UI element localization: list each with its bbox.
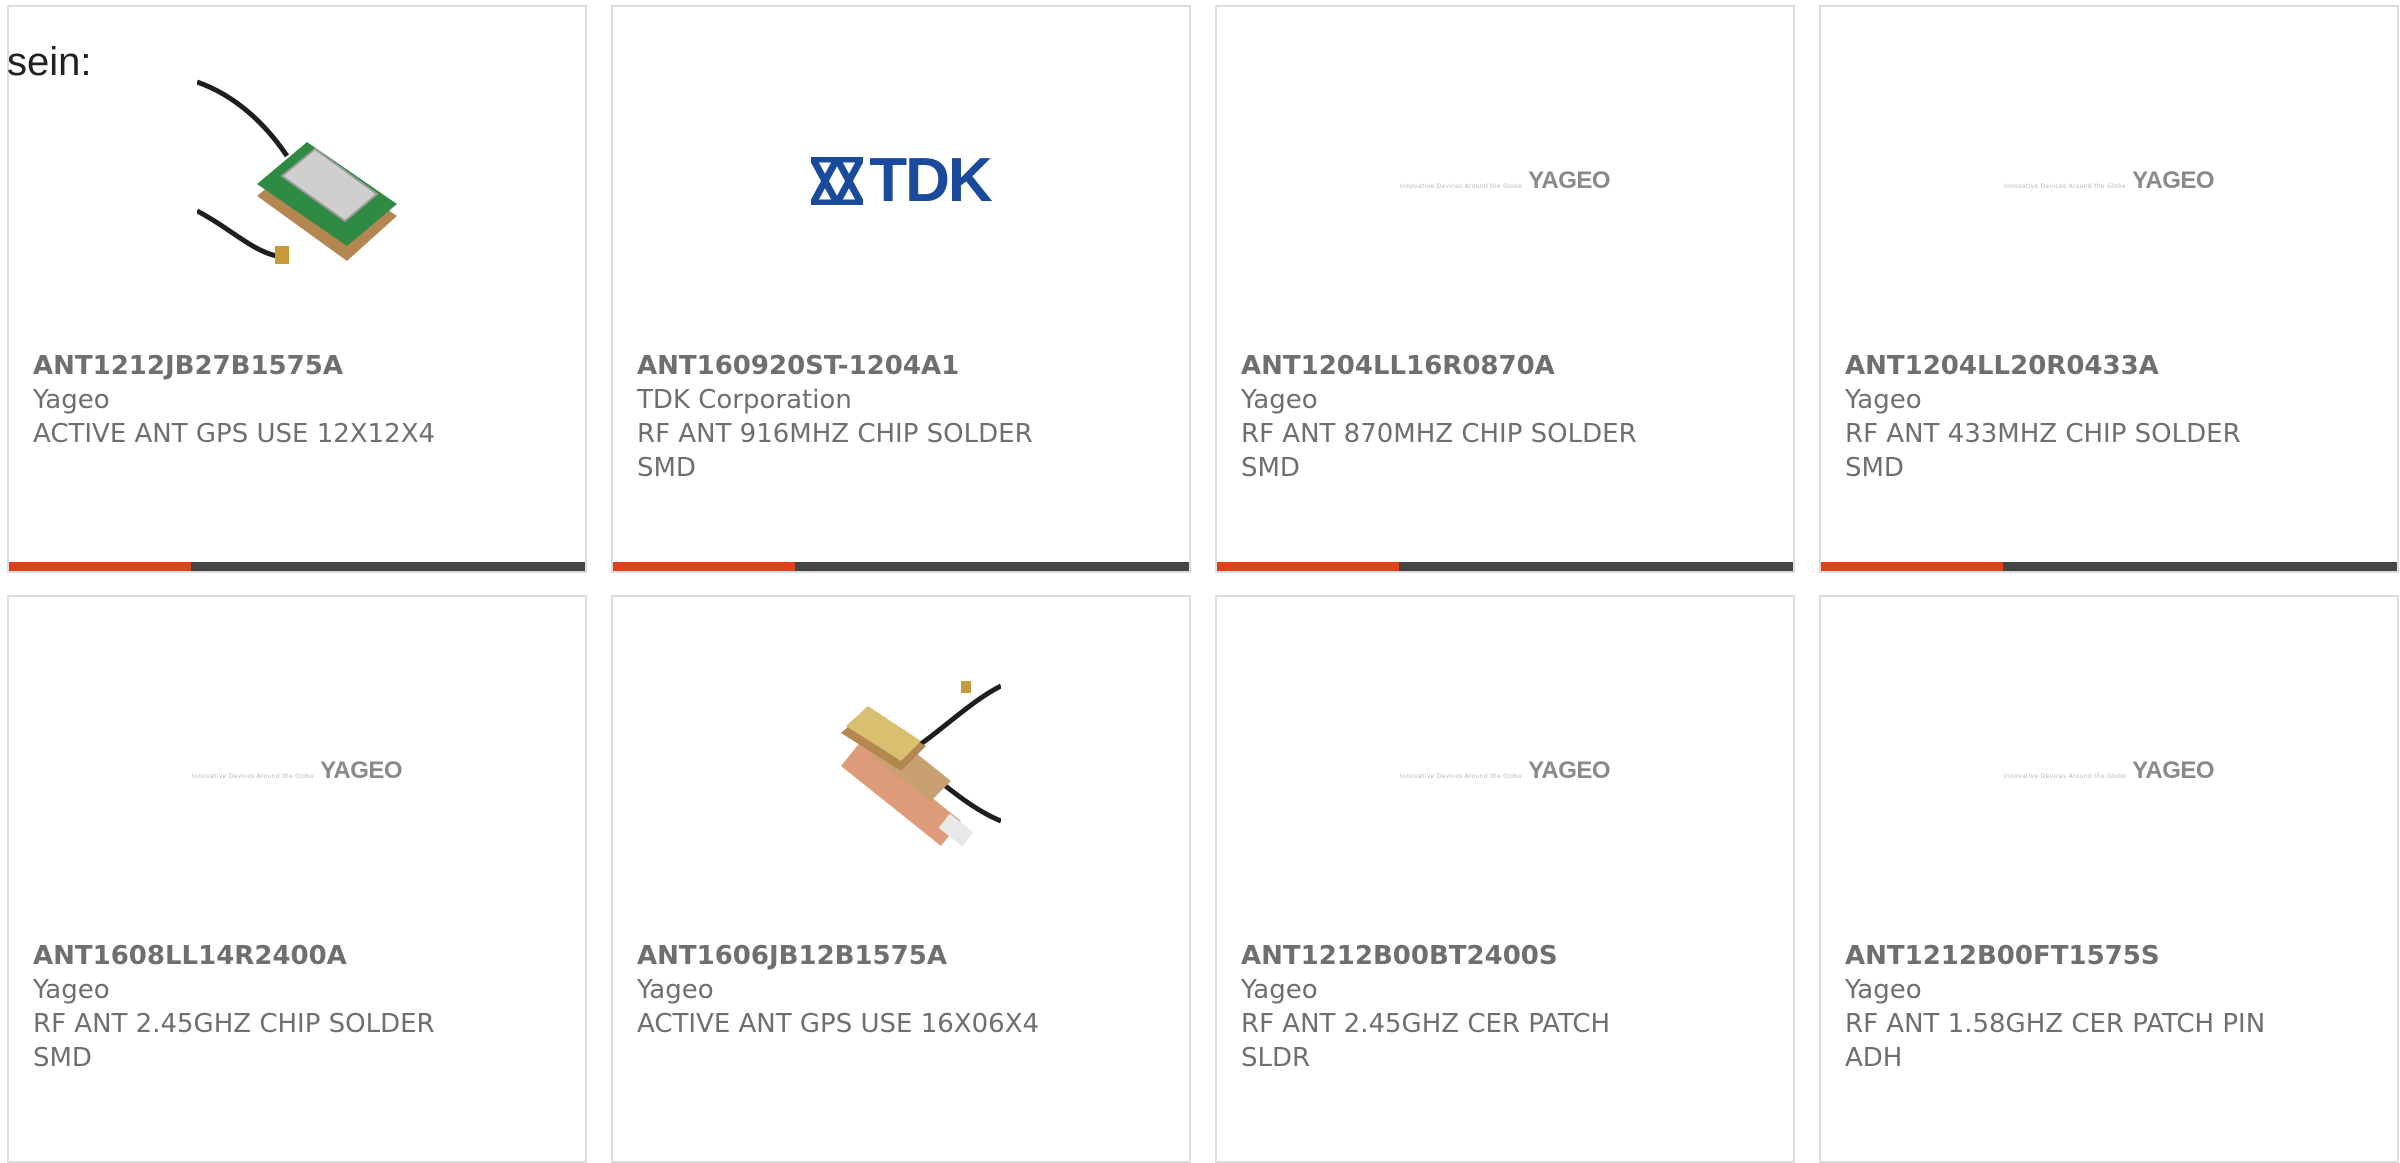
product-image [9,75,585,287]
manufacturer: Yageo [33,975,110,1005]
product-card[interactable]: Innovative Devices Around the Globe YAGE… [1819,5,2399,573]
product-card[interactable]: ANT1212JB27B1575A Yageo ACTIVE ANT GPS U… [7,5,587,573]
tdk-logo: TDK [811,150,993,212]
part-number[interactable]: ANT1212B00BT2400S [1241,939,1769,973]
manufacturer: TDK Corporation [637,385,852,415]
product-card[interactable]: Innovative Devices Around the Globe YAGE… [1215,5,1795,573]
description: RF ANT 1.58GHZ CER PATCH PIN ADH [1845,1009,2266,1073]
manufacturer: Yageo [1241,975,1318,1005]
part-number[interactable]: ANT1608LL14R2400A [33,939,561,973]
product-image: Innovative Devices Around the Globe YAGE… [1217,75,1793,287]
manufacturer: Yageo [1241,385,1318,415]
manufacturer: Yageo [33,385,110,415]
description: RF ANT 870MHZ CHIP SOLDER SMD [1241,419,1637,483]
product-image: TDK [613,75,1189,287]
product-grid: ANT1212JB27B1575A Yageo ACTIVE ANT GPS U… [7,5,2399,1163]
yageo-logo: Innovative Devices Around the Globe YAGE… [1399,167,1611,194]
description: RF ANT 916MHZ CHIP SOLDER SMD [637,419,1033,483]
product-image [613,665,1189,877]
product-card[interactable]: Innovative Devices Around the Globe YAGE… [1819,595,2399,1163]
tdk-emblem-icon [811,157,864,205]
part-number[interactable]: ANT1204LL16R0870A [1241,349,1769,383]
card-footer-bar [1821,562,2397,571]
yageo-logo: Innovative Devices Around the Globe YAGE… [2003,757,2215,784]
product-card[interactable]: Innovative Devices Around the Globe YAGE… [7,595,587,1163]
yageo-logo: Innovative Devices Around the Globe YAGE… [2003,167,2215,194]
part-number[interactable]: ANT1212B00FT1575S [1845,939,2373,973]
card-footer-bar [9,562,585,571]
description: RF ANT 433MHZ CHIP SOLDER SMD [1845,419,2241,483]
product-image: Innovative Devices Around the Globe YAGE… [1217,665,1793,877]
product-image: Innovative Devices Around the Globe YAGE… [1821,75,2397,287]
card-footer-bar [1217,562,1793,571]
part-number[interactable]: ANT1204LL20R0433A [1845,349,2373,383]
description: ACTIVE ANT GPS USE 16X06X4 [637,1009,1040,1039]
card-footer-bar [613,562,1189,571]
product-card[interactable]: ANT1606JB12B1575A Yageo ACTIVE ANT GPS U… [611,595,1191,1163]
yageo-logo: Innovative Devices Around the Globe YAGE… [1399,757,1611,784]
description: RF ANT 2.45GHZ CER PATCH SLDR [1241,1009,1611,1073]
description: ACTIVE ANT GPS USE 12X12X4 [33,419,436,449]
yageo-logo: Innovative Devices Around the Globe YAGE… [191,757,403,784]
gps-patch-antenna-photo [197,79,397,264]
gps-flex-antenna-photo [841,681,1001,847]
product-card[interactable]: TDK ANT160920ST-1204A1 TDK Corporation R… [611,5,1191,573]
manufacturer: Yageo [1845,385,1922,415]
part-number[interactable]: ANT160920ST-1204A1 [637,349,1165,383]
part-number[interactable]: ANT1212JB27B1575A [33,349,561,383]
product-card[interactable]: Innovative Devices Around the Globe YAGE… [1215,595,1795,1163]
intro-text: sein: [7,40,92,84]
part-number[interactable]: ANT1606JB12B1575A [637,939,1165,973]
manufacturer: Yageo [1845,975,1922,1005]
description: RF ANT 2.45GHZ CHIP SOLDER SMD [33,1009,435,1073]
manufacturer: Yageo [637,975,714,1005]
product-image: Innovative Devices Around the Globe YAGE… [9,665,585,877]
product-image: Innovative Devices Around the Globe YAGE… [1821,665,2397,877]
